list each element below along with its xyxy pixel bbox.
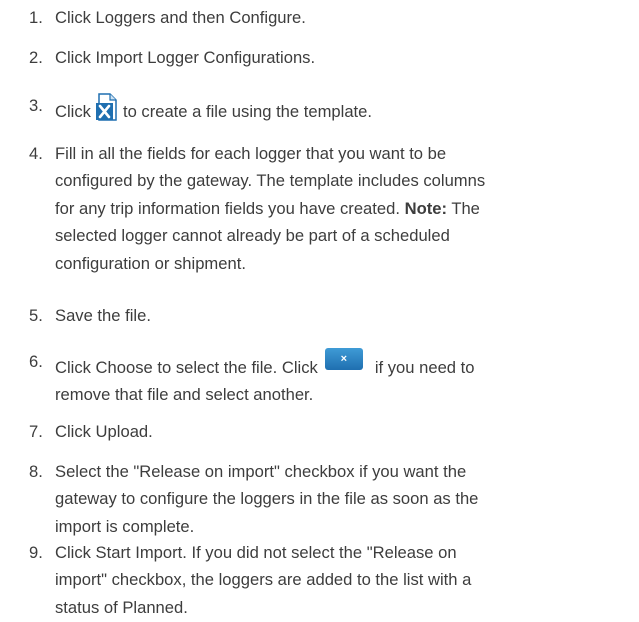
excel-template-icon[interactable] (95, 92, 117, 122)
step-number: 4. (29, 144, 43, 163)
step-text: Save the file. (55, 306, 151, 325)
step-number: 5. (29, 306, 43, 325)
step-text: Click Choose to select the file. Click × i… (55, 348, 620, 409)
step-text: Fill in all the fields for each logger t… (55, 144, 486, 273)
step-number: 2. (29, 48, 43, 67)
remove-file-icon[interactable]: × (324, 348, 363, 370)
step-number: 9. (29, 543, 43, 562)
step-text: Click Start Import. If you did not selec… (55, 543, 472, 617)
step-number: 7. (29, 422, 43, 441)
step-text: Click Upload. (55, 422, 153, 441)
step-number: 3. (29, 96, 43, 115)
step-text: Click Import Logger Configurations. (55, 48, 316, 67)
step-number: 1. (29, 8, 43, 27)
step-text: Click Loggers and then Configure. (55, 8, 306, 27)
step-number: 8. (29, 462, 43, 481)
step-text: Select the "Release on import" checkbox … (55, 462, 479, 536)
instruction-steps: 1. Click Loggers and then Configure. 2. … (0, 0, 639, 622)
note-label: Note: (404, 198, 447, 218)
step-text: Click to create a file using the templat… (55, 92, 620, 125)
step-number: 6. (29, 352, 43, 371)
